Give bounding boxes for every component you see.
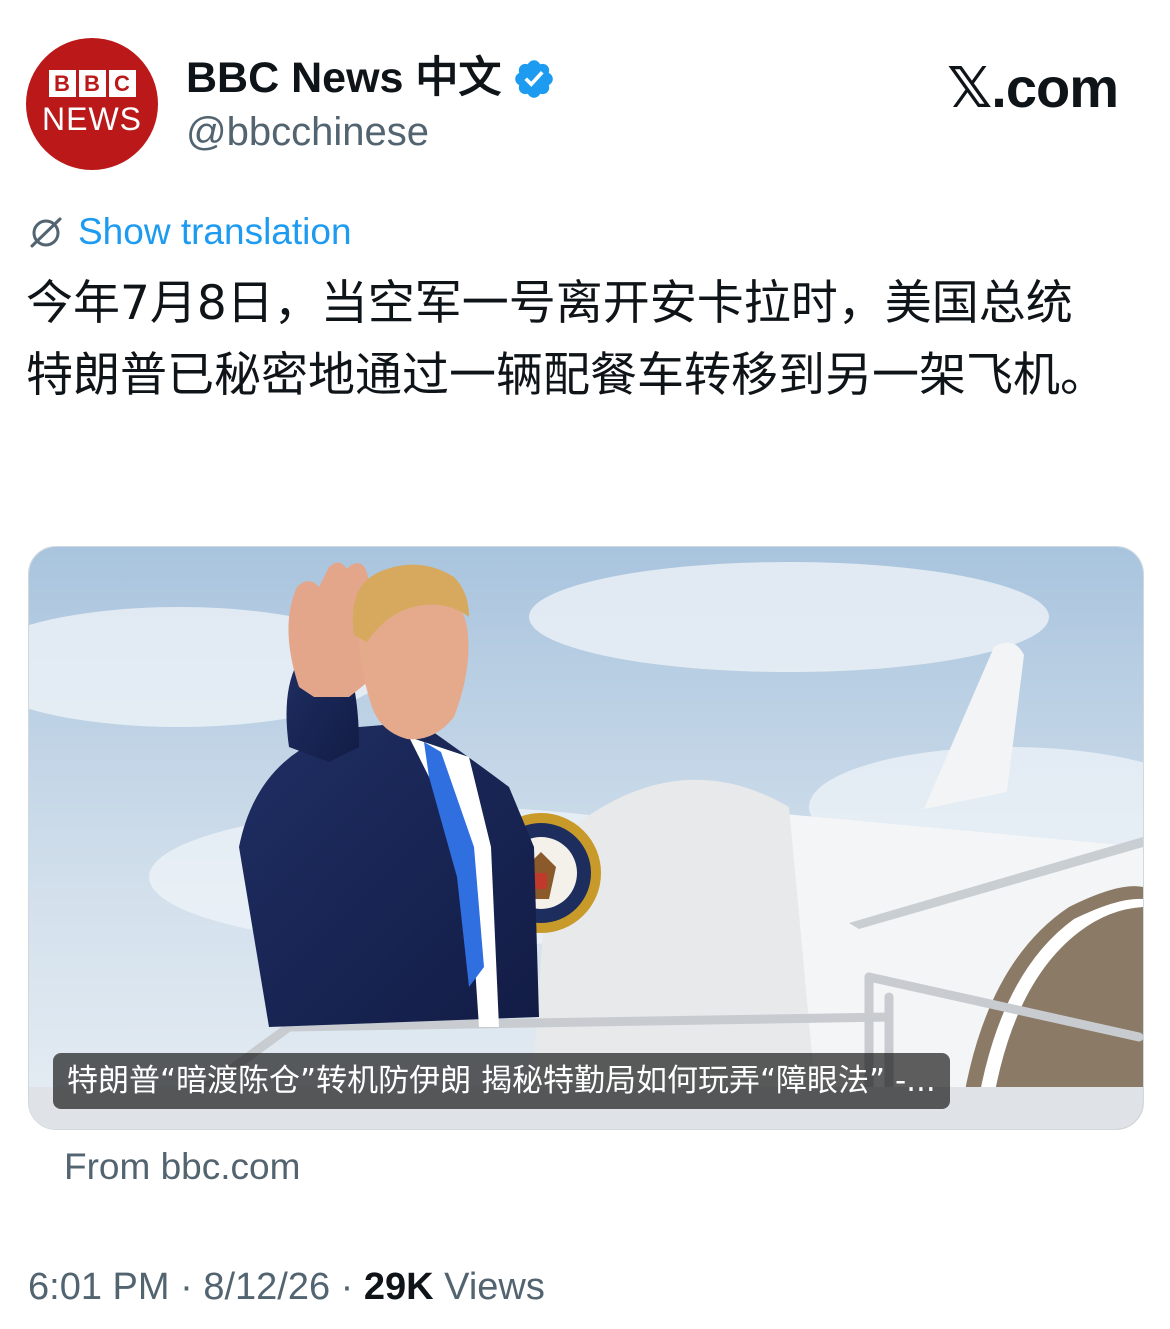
author-handle[interactable]: @bbcchinese [186, 104, 429, 160]
views-count: 29K [363, 1266, 434, 1308]
site-label: 𝕏.com [947, 56, 1119, 119]
views-label: Views [444, 1266, 545, 1308]
news-photo [29, 547, 1143, 1129]
author-name[interactable]: BBC News 中文 [186, 50, 501, 106]
tweet-date[interactable]: 8/12/26 [203, 1266, 330, 1308]
bbc-logo-blocks: B B C [48, 70, 136, 97]
bbc-logo-news: NEWS [42, 101, 142, 137]
bbc-logo-letter: B [48, 70, 76, 97]
meta-separator: · [340, 1266, 354, 1308]
translate-icon [30, 217, 62, 248]
bbc-logo-letter: B [78, 70, 106, 97]
link-card-title: 特朗普“暗渡陈仓”转机防伊朗 揭秘特勤局如何玩弄“障眼法” -... [53, 1053, 950, 1109]
show-translation-label: Show translation [78, 211, 352, 252]
tweet-text: 今年7月8日，当空军一号离开安卡拉时，美国总统特朗普已秘密地通过一辆配餐车转移到… [26, 276, 1107, 403]
tweet-time[interactable]: 6:01 PM [28, 1266, 170, 1308]
avatar[interactable]: B B C NEWS [26, 38, 158, 170]
tweet-meta: 6:01 PM · 8/12/26 · 29K Views [28, 1262, 545, 1312]
meta-separator: · [180, 1266, 193, 1308]
bbc-logo-letter: C [108, 70, 136, 97]
link-card[interactable]: 特朗普“暗渡陈仓”转机防伊朗 揭秘特勤局如何玩弄“障眼法” -... [28, 546, 1144, 1130]
link-source[interactable]: From bbc.com [64, 1143, 300, 1191]
verified-badge-icon [515, 60, 553, 98]
show-translation-button[interactable]: Show translation [26, 208, 352, 256]
